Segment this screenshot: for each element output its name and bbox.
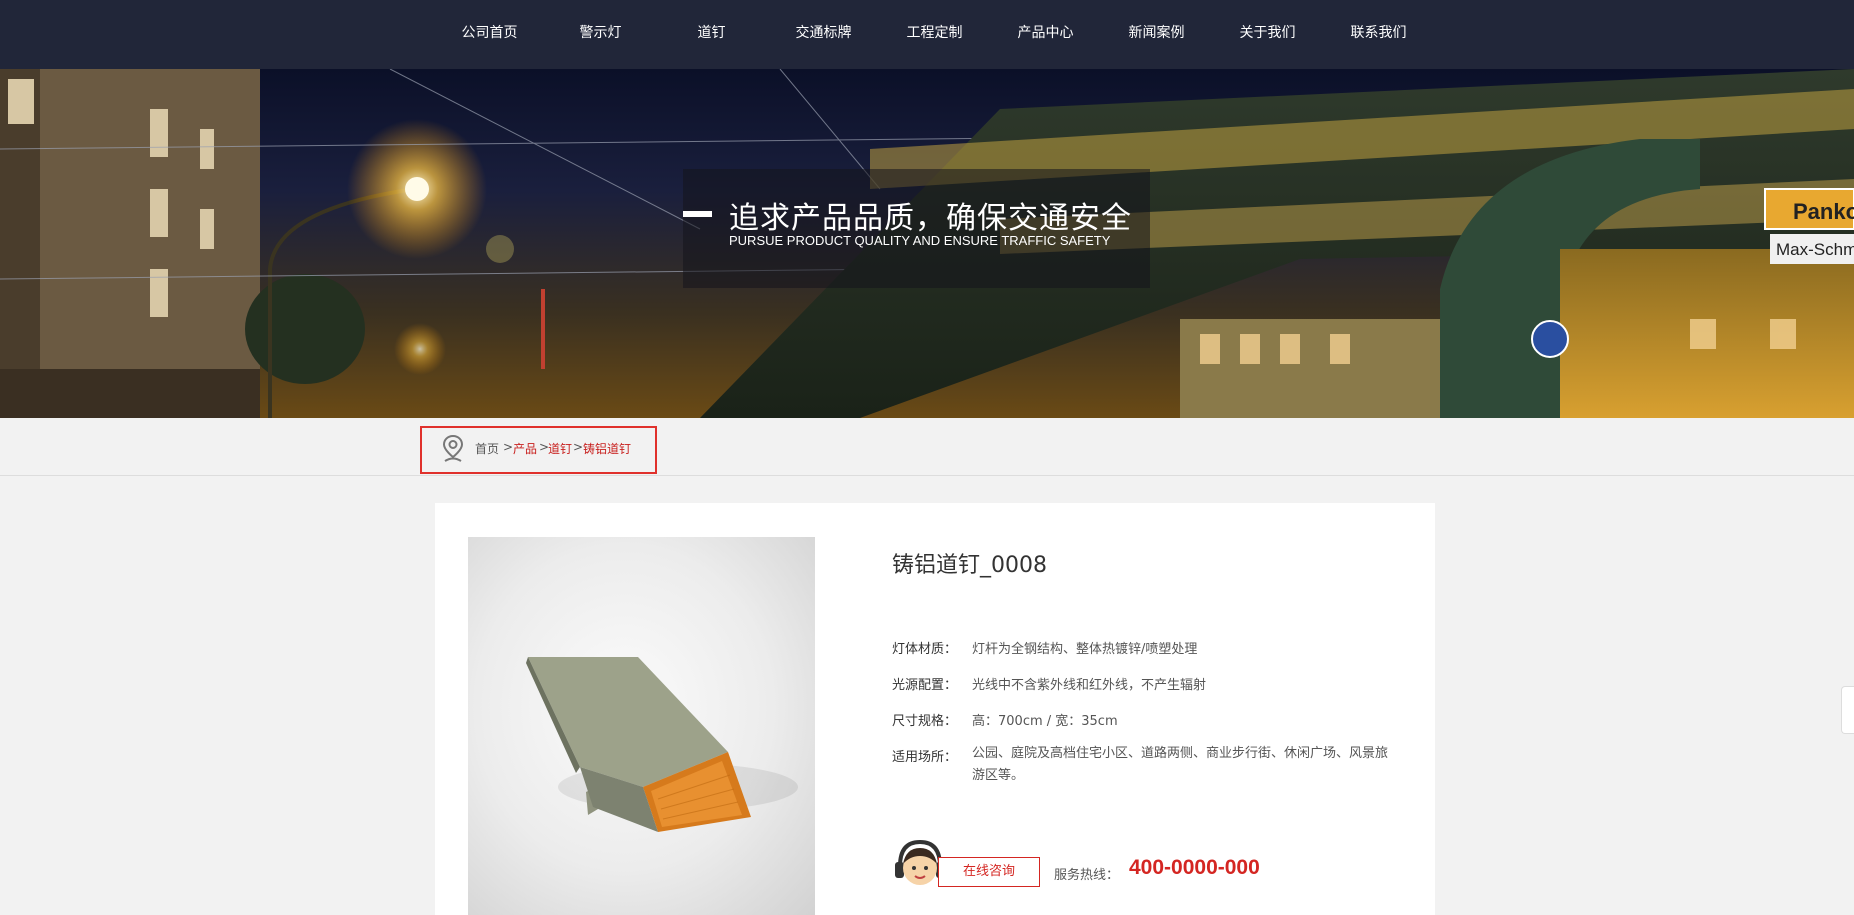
spec-value-light-source: 光线中不含紫外线和红外线，不产生辐射 <box>972 678 1207 693</box>
online-consult-button[interactable]: 在线咨询 <box>938 857 1040 887</box>
nav-item-warning-lights[interactable]: 警示灯 <box>545 0 656 69</box>
hero-banner: Panko Max-Schm 追求产品品质，确保交通安全 PURSUE PROD… <box>0 69 1854 418</box>
road-stud-image <box>526 657 798 832</box>
street-sign-text-2: Max-Schm <box>1776 240 1854 259</box>
spec-value-size: 高：700cm / 宽：35cm <box>972 714 1118 729</box>
breadcrumb-item-cast-aluminum-studs[interactable]: 铸铝道钉 <box>583 440 631 457</box>
slogan-dash <box>683 211 712 217</box>
side-float-tab[interactable] <box>1841 686 1854 734</box>
breadcrumb-separator: > <box>503 440 514 454</box>
street-sign-text: Panko <box>1793 199 1854 224</box>
product-title: 铸铝道钉_0008 <box>892 553 1047 578</box>
product-image[interactable] <box>468 537 815 915</box>
slogan-english: PURSUE PRODUCT QUALITY AND ENSURE TRAFFI… <box>729 233 1111 248</box>
breadcrumb-home[interactable]: 首页 <box>475 440 499 457</box>
location-pin-icon <box>442 434 464 462</box>
nav-item-road-studs[interactable]: 道钉 <box>656 0 767 69</box>
nav-item-custom-projects[interactable]: 工程定制 <box>879 0 990 69</box>
spec-value-applications: 公园、庭院及高档住宅小区、道路两侧、商业步行街、休闲广场、风景旅游区等。 <box>972 746 1389 783</box>
spec-label-applications: 适用场所： <box>892 750 958 765</box>
nav-item-contact[interactable]: 联系我们 <box>1323 0 1434 69</box>
top-navigation: 公司首页 警示灯 道钉 交通标牌 工程定制 产品中心 新闻案例 关于我们 联系我… <box>0 0 1854 69</box>
breadcrumb-separator: > <box>573 440 584 454</box>
spec-label-material: 灯体材质： <box>892 642 958 657</box>
spec-label-size: 尺寸规格： <box>892 714 958 729</box>
breadcrumb-strip <box>0 418 1854 476</box>
nav-item-traffic-signs[interactable]: 交通标牌 <box>768 0 879 69</box>
hotline-number: 400-0000-000 <box>1129 856 1260 879</box>
breadcrumb-item-products[interactable]: 产品 <box>513 440 537 457</box>
nav-item-news[interactable]: 新闻案例 <box>1101 0 1212 69</box>
nav-item-products[interactable]: 产品中心 <box>990 0 1101 69</box>
nav-item-about[interactable]: 关于我们 <box>1212 0 1323 69</box>
breadcrumb-item-road-studs[interactable]: 道钉 <box>548 440 572 457</box>
spec-value-material: 灯杆为全钢结构、整体热镀锌/喷塑处理 <box>972 642 1198 657</box>
slogan-chinese: 追求产品品质，确保交通安全 <box>729 201 1132 236</box>
nav-item-home[interactable]: 公司首页 <box>434 0 545 69</box>
hotline-label: 服务热线： <box>1054 868 1120 883</box>
spec-label-light-source: 光源配置： <box>892 678 958 693</box>
